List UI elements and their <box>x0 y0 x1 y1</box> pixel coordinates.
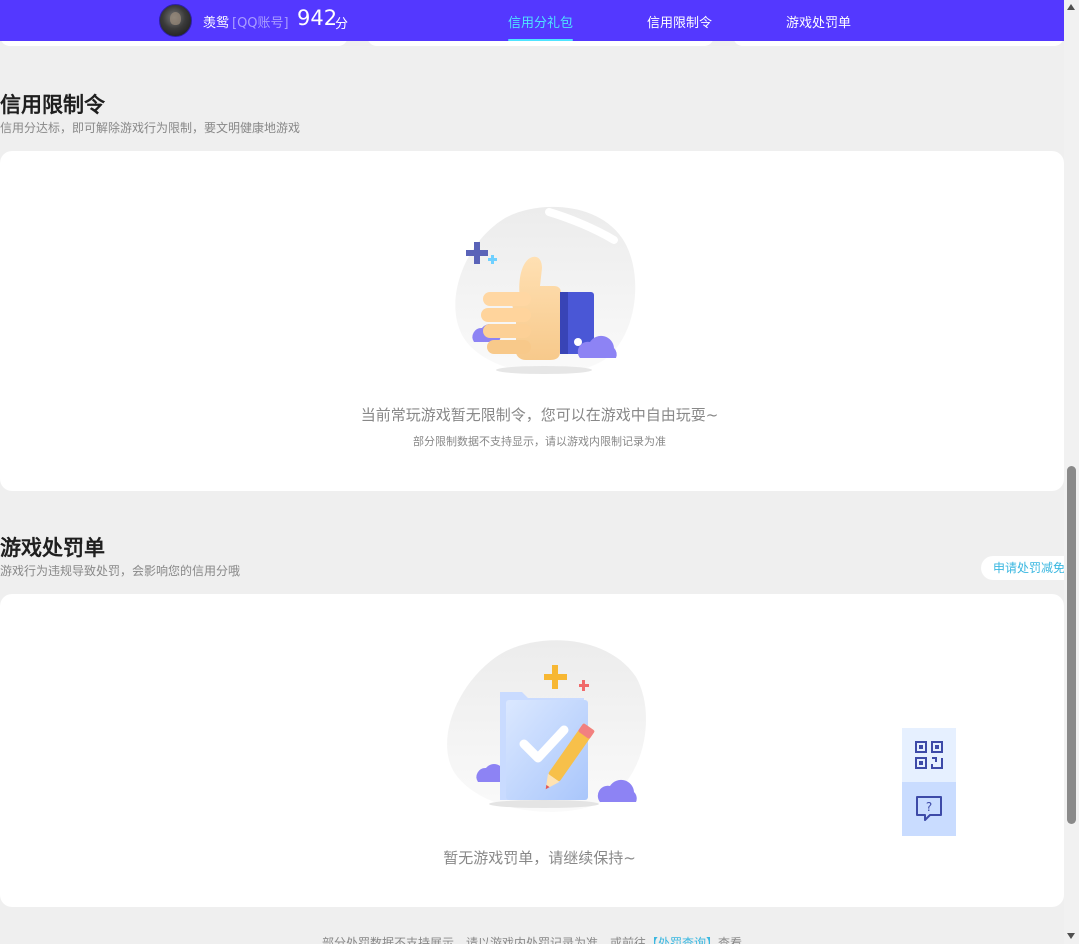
footer-note-suffix: 查看 <box>718 936 743 944</box>
tab-credit-restriction[interactable]: 信用限制令 <box>647 12 712 31</box>
scroll-thumb[interactable] <box>1067 466 1076 824</box>
penalty-empty-message: 暂无游戏罚单，请继续保持~ <box>443 849 636 867</box>
restriction-empty-message: 当前常玩游戏暂无限制令，您可以在游戏中自由玩耍~ <box>360 406 719 424</box>
user-name: 羡鸳 <box>203 16 230 31</box>
tab-credit-gift[interactable]: 信用分礼包 <box>508 12 574 41</box>
tab-game-penalty[interactable]: 游戏处罚单 <box>786 12 851 31</box>
penalty-query-link[interactable]: 【处罚查询】 <box>646 936 718 944</box>
restriction-section-subtitle: 信用分达标，即可解除游戏行为限制，要文明健康地游戏 <box>0 121 301 135</box>
footer-note-text: 部分处罚数据不支持展示，请以游戏内处罚记录为准，或前往 <box>321 936 646 944</box>
page: 羡鸳 [QQ账号] 942 分 信用分礼包 信用限制令 游戏处罚单 信用限制令 … <box>0 0 1079 944</box>
credit-score-unit: 分 <box>335 17 349 32</box>
svg-text:?: ? <box>926 800 932 814</box>
penalty-footer-note: 部分处罚数据不支持展示，请以游戏内处罚记录为准，或前往【处罚查询】查看 <box>0 934 1064 944</box>
restriction-empty-note: 部分限制数据不支持显示，请以游戏内限制记录为准 <box>413 435 666 448</box>
scroll-down-arrow-icon[interactable] <box>1067 933 1075 939</box>
checklist-pencil-icon <box>447 640 646 812</box>
qr-code-button[interactable] <box>902 728 956 782</box>
avatar[interactable] <box>159 4 192 37</box>
feedback-button[interactable]: ? <box>902 782 956 836</box>
restriction-section-title: 信用限制令 <box>0 93 105 117</box>
qr-code-icon <box>915 741 943 769</box>
account-type-tag: [QQ账号] <box>232 16 289 31</box>
apply-penalty-reduction-button[interactable]: 申请处罚减免 <box>981 556 1076 580</box>
feedback-question-icon: ? <box>916 796 942 821</box>
thumbs-up-icon <box>455 206 636 374</box>
scroll-up-arrow-icon[interactable] <box>1067 4 1075 10</box>
vertical-scrollbar[interactable] <box>1064 0 1079 944</box>
penalty-section-subtitle: 游戏行为违规导致处罚，会影响您的信用分哦 <box>0 564 241 578</box>
top-nav: 羡鸳 [QQ账号] 942 分 信用分礼包 信用限制令 游戏处罚单 <box>0 0 1064 41</box>
penalty-section-title: 游戏处罚单 <box>0 536 105 560</box>
credit-score: 942 <box>297 6 338 30</box>
